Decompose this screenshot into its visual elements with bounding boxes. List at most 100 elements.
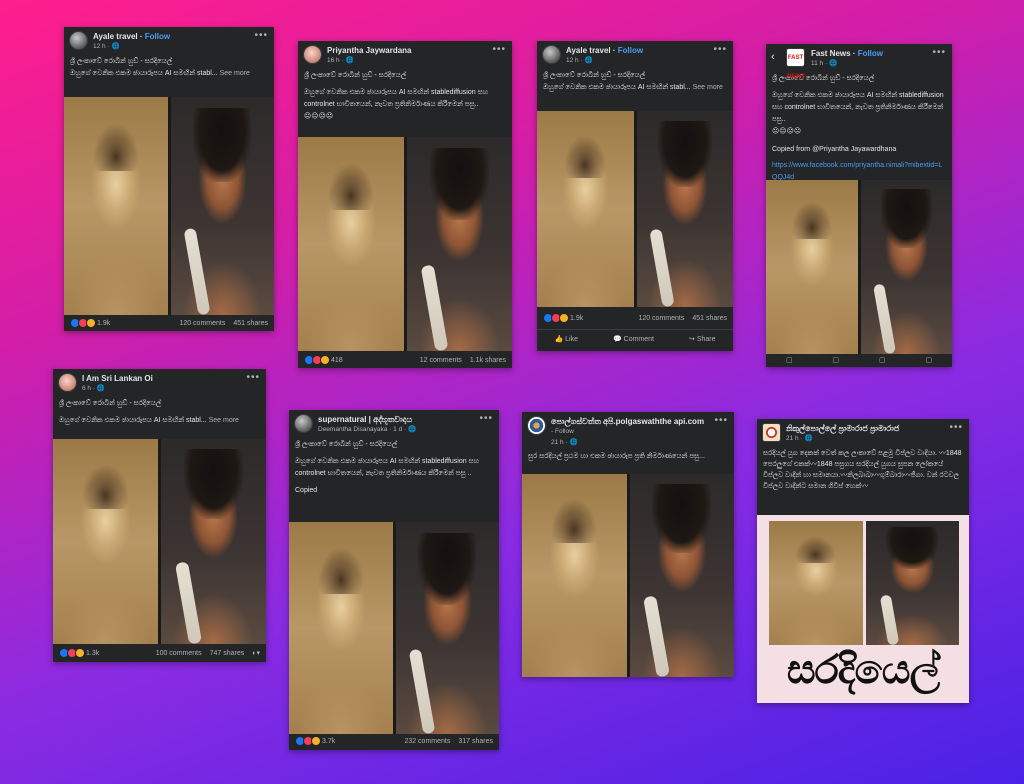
page-name[interactable]: Ayale travel xyxy=(566,46,611,55)
reaction-count[interactable]: 418 xyxy=(331,357,343,364)
notifications-icon[interactable]: ▢ xyxy=(925,356,932,366)
comment-count[interactable]: 120 comments xyxy=(179,320,225,327)
post-time[interactable]: 12 h · xyxy=(566,57,583,64)
follow-link[interactable]: Follow xyxy=(145,32,170,41)
more-options-icon[interactable]: ••• xyxy=(714,415,728,426)
follow-link[interactable]: Follow xyxy=(858,49,883,58)
page-name[interactable]: නිකුල්පොල්ලේ ප්‍රාමාරාජ ප්‍රාමාරාජ xyxy=(786,424,899,434)
original-photo[interactable] xyxy=(766,180,858,354)
original-photo[interactable] xyxy=(64,97,168,315)
reaction-icons[interactable] xyxy=(70,318,96,328)
reaction-count[interactable]: 3.7k xyxy=(322,738,335,745)
comment-count[interactable]: 120 comments xyxy=(638,315,684,322)
post-card-priyantha: Priyantha Jaywardana 16 h · 🌐 ••• ශ්‍රී … xyxy=(298,41,512,368)
post-card-supernatural: supernatural | අද්භූතවාදය Deemantha Disa… xyxy=(289,410,499,750)
page-name[interactable]: Ayale travel xyxy=(93,32,138,41)
comment-button[interactable]: 💬 Comment xyxy=(613,335,654,343)
globe-icon: 🌐 xyxy=(96,385,105,392)
page-avatar[interactable] xyxy=(542,45,561,64)
share-count[interactable]: 317 shares xyxy=(458,738,493,745)
reaction-icons[interactable] xyxy=(295,736,321,746)
share-button[interactable]: ↪ Share xyxy=(689,335,716,343)
ai-generated-photo[interactable] xyxy=(170,97,274,315)
comment-count[interactable]: 232 comments xyxy=(404,738,450,745)
comparison-image[interactable] xyxy=(522,474,734,677)
back-arrow-icon[interactable]: ‹ xyxy=(771,51,775,63)
ai-generated-photo[interactable] xyxy=(161,439,266,644)
share-count[interactable]: 451 shares xyxy=(692,315,727,322)
comparison-image[interactable] xyxy=(298,137,512,351)
page-avatar[interactable] xyxy=(527,416,546,435)
see-more-link[interactable]: See more xyxy=(209,417,239,424)
ai-generated-photo[interactable] xyxy=(395,522,499,734)
original-photo[interactable] xyxy=(289,522,393,734)
post-time[interactable]: 6 h · xyxy=(82,385,95,392)
post-body: ඔහුගේ වෙනික එකම ඡායාරූපය AI සමඟින් stabl… xyxy=(543,84,691,91)
comment-count[interactable]: 100 comments xyxy=(156,650,202,657)
video-icon[interactable]: ▢ xyxy=(832,356,839,366)
profile-avatar[interactable] xyxy=(303,45,322,64)
share-audience-dropdown-icon[interactable]: ◐▾ xyxy=(252,649,260,657)
follow-link[interactable]: Follow xyxy=(555,428,574,435)
post-time[interactable]: 21 h · xyxy=(786,435,803,442)
more-options-icon[interactable]: ••• xyxy=(949,422,963,433)
comparison-image[interactable] xyxy=(53,439,266,644)
home-icon[interactable]: ▢ xyxy=(786,356,793,366)
more-options-icon[interactable]: ••• xyxy=(932,47,946,58)
more-options-icon[interactable]: ••• xyxy=(492,44,506,55)
more-options-icon[interactable]: ••• xyxy=(713,44,727,55)
like-button[interactable]: 👍 Like xyxy=(554,335,578,343)
globe-icon: 🌐 xyxy=(804,435,813,442)
copied-text: Copied xyxy=(295,487,318,494)
post-time[interactable]: 21 h · xyxy=(551,439,568,446)
reaction-icons[interactable] xyxy=(304,355,330,365)
original-photo[interactable] xyxy=(298,137,404,351)
globe-icon: 🌐 xyxy=(407,426,417,433)
reaction-icons[interactable] xyxy=(59,648,85,658)
ai-generated-photo[interactable] xyxy=(636,111,733,307)
fast-news-logo[interactable]: FAST NEWS xyxy=(786,48,805,80)
more-options-icon[interactable]: ••• xyxy=(479,413,493,424)
post-image[interactable]: සරදියෙල් xyxy=(757,515,969,703)
groups-icon[interactable]: ▢ xyxy=(879,356,886,366)
ai-generated-photo[interactable] xyxy=(860,180,952,354)
see-more-link[interactable]: See more xyxy=(693,84,723,91)
comparison-image[interactable] xyxy=(64,97,274,315)
comparison-image[interactable] xyxy=(537,111,733,307)
page-avatar[interactable] xyxy=(69,31,88,50)
comment-label: Comment xyxy=(623,336,654,343)
original-photo[interactable] xyxy=(53,439,158,644)
post-time[interactable]: 12 h · xyxy=(93,43,110,50)
comparison-image[interactable] xyxy=(289,522,499,734)
author-and-time[interactable]: Deemantha Disanayaka · 1 d · xyxy=(318,426,406,433)
page-name[interactable]: පොල්ගස්වත්ත අපි.polgaswaththe api.com xyxy=(551,417,704,427)
original-photo[interactable] xyxy=(522,474,627,677)
share-count[interactable]: 747 shares xyxy=(210,650,245,657)
post-title: ශ්‍රී ලංකාවේ රොබින් හුඩ් - සරදියෙල් xyxy=(59,400,162,407)
share-count[interactable]: 1.1k shares xyxy=(470,357,506,364)
more-options-icon[interactable]: ••• xyxy=(254,30,268,41)
reaction-icons[interactable] xyxy=(543,313,569,323)
group-name[interactable]: supernatural | අද්භූතවාදය xyxy=(318,415,412,425)
ai-generated-photo[interactable] xyxy=(406,137,512,351)
profile-name[interactable]: Priyantha Jaywardana xyxy=(327,46,411,55)
see-more-link[interactable]: See more xyxy=(220,70,250,77)
reaction-count[interactable]: 1.9k xyxy=(570,315,583,322)
share-count[interactable]: 451 shares xyxy=(233,320,268,327)
bottom-nav-bar: ▢ ▢ ▢ ▢ xyxy=(766,356,952,366)
page-avatar[interactable] xyxy=(762,423,781,442)
post-time[interactable]: 11 h · xyxy=(811,60,827,67)
ai-generated-photo[interactable] xyxy=(629,474,734,677)
page-name[interactable]: I Am Sri Lankan Oi xyxy=(82,374,153,383)
reaction-count[interactable]: 1.9k xyxy=(97,320,110,327)
original-photo[interactable] xyxy=(537,111,634,307)
page-avatar[interactable] xyxy=(58,373,77,392)
page-name[interactable]: Fast News xyxy=(811,49,851,58)
reaction-count[interactable]: 1.3k xyxy=(86,650,99,657)
follow-link[interactable]: Follow xyxy=(618,46,643,55)
comment-count[interactable]: 12 comments xyxy=(420,357,462,364)
more-options-icon[interactable]: ••• xyxy=(246,372,260,383)
group-avatar[interactable] xyxy=(294,414,313,433)
post-time[interactable]: 16 h · xyxy=(327,57,344,64)
comparison-image[interactable] xyxy=(766,180,952,354)
